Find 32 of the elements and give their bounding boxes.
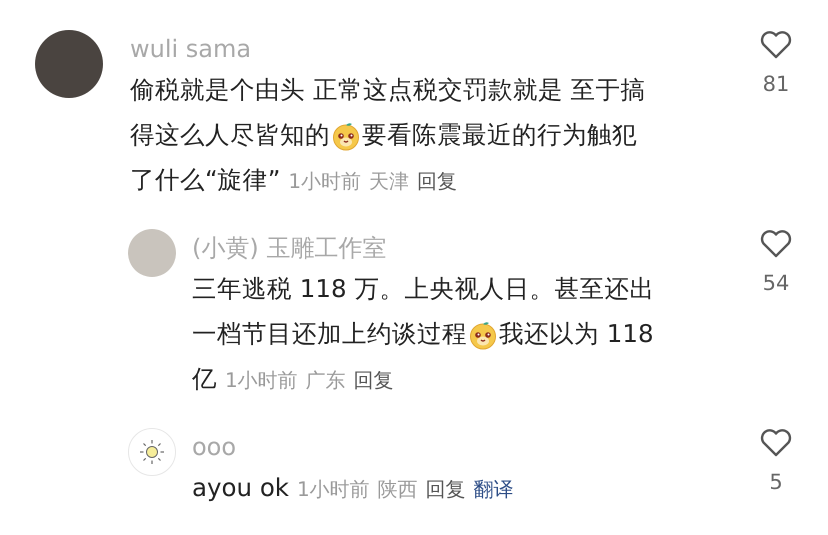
- emoji-icon: [468, 320, 498, 350]
- location: 广东: [306, 366, 346, 394]
- comment-text: 亿: [192, 363, 217, 396]
- heart-icon[interactable]: [759, 229, 793, 259]
- heart-icon[interactable]: [759, 428, 793, 458]
- comment-text: 一档节目还加上约谈过程: [192, 318, 467, 350]
- timestamp: 1小时前: [225, 366, 298, 394]
- like-count: 81: [762, 71, 790, 98]
- comment-text: 我还以为 118: [499, 318, 654, 350]
- username: ooo: [192, 432, 236, 463]
- like-count: 5: [769, 469, 783, 496]
- reply-link[interactable]: 回复: [354, 364, 394, 394]
- comment-text: 偷税就是个由头 正常这点税交罚款就是 至于搞: [130, 74, 646, 106]
- timestamp: 1小时前: [297, 476, 370, 502]
- reply-link[interactable]: 回复: [426, 474, 466, 504]
- sun-icon: [137, 437, 167, 467]
- heart-icon[interactable]: [759, 30, 793, 60]
- comment-text: 得这么人尽皆知的: [130, 119, 330, 152]
- username: (小黄) 玉雕工作室: [192, 233, 386, 264]
- translate-link[interactable]: 翻译: [474, 474, 514, 504]
- location: 陕西: [378, 476, 418, 502]
- like-count: 54: [762, 270, 790, 297]
- username: wuli sama: [130, 34, 252, 65]
- comment-text: 要看陈震最近的行为触犯: [362, 119, 637, 152]
- comment-text: ayou ok: [192, 472, 289, 504]
- emoji-icon: [331, 120, 361, 150]
- location: 天津: [369, 168, 410, 194]
- comment-text: 了什么“旋律”: [130, 164, 280, 196]
- reply-link[interactable]: 回复: [417, 166, 458, 196]
- avatar-photo: [128, 229, 176, 277]
- comment-text: 三年逃税 118 万。上央视人日。甚至还出: [192, 273, 654, 306]
- timestamp: 1小时前: [288, 168, 362, 194]
